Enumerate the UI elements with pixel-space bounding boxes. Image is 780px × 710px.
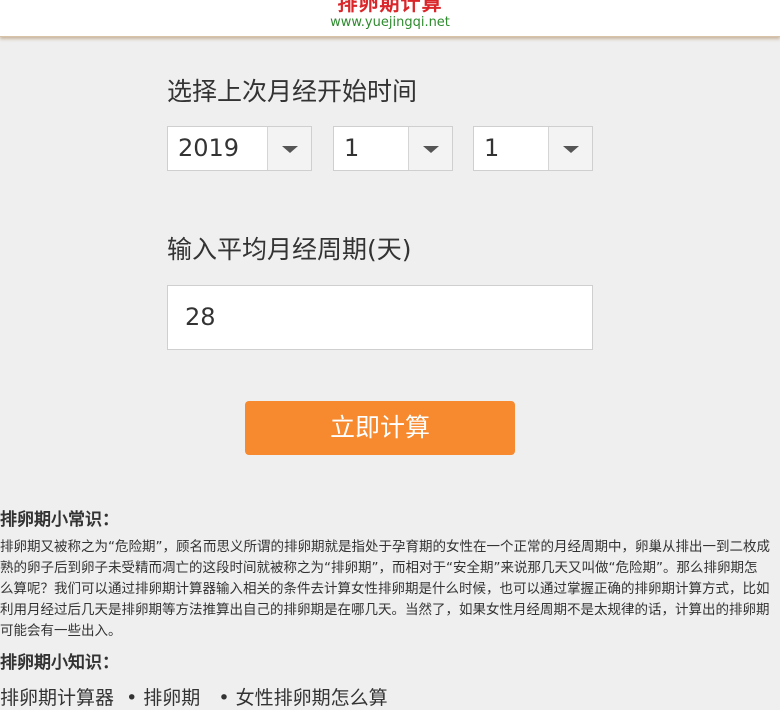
day-select[interactable]: 1 (473, 126, 593, 171)
bullet-icon: • (126, 687, 138, 709)
link-how-to-calculate[interactable]: 女性排卵期怎么算 (236, 687, 388, 709)
site-logo-url[interactable]: www.yuejingqi.net (0, 15, 780, 31)
cycle-input[interactable]: 28 (167, 285, 593, 350)
knowledge-title: 排卵期小知识： (0, 653, 119, 673)
cycle-label: 输入平均月经周期(天) (167, 235, 412, 264)
year-select[interactable]: 2019 (167, 126, 312, 171)
month-select[interactable]: 1 (333, 126, 453, 171)
link-ovulation[interactable]: 排卵期 (143, 687, 200, 709)
chevron-down-icon[interactable] (548, 127, 592, 170)
calculate-button[interactable]: 立即计算 (245, 401, 515, 455)
site-header: 排卵期计算 www.yuejingqi.net (0, 0, 780, 37)
link-ovulation-calculator[interactable]: 排卵期计算器 (0, 687, 114, 709)
day-value: 1 (484, 134, 500, 162)
common-knowledge-text: 排卵期又被称之为“危险期”，顾名而思义所谓的排卵期就是指处于孕育期的女性在一个正… (0, 539, 770, 639)
knowledge-links: 排卵期计算器 • 排卵期 • 女性排卵期怎么算 (0, 683, 400, 710)
year-value: 2019 (178, 134, 240, 162)
common-knowledge-title: 排卵期小常识： (0, 510, 119, 530)
month-value: 1 (344, 134, 360, 162)
bullet-icon: • (218, 687, 230, 709)
site-logo-title[interactable]: 排卵期计算 (0, 0, 780, 15)
chevron-down-icon[interactable] (408, 127, 452, 170)
date-label: 选择上次月经开始时间 (167, 77, 418, 106)
chevron-down-icon[interactable] (267, 127, 311, 170)
